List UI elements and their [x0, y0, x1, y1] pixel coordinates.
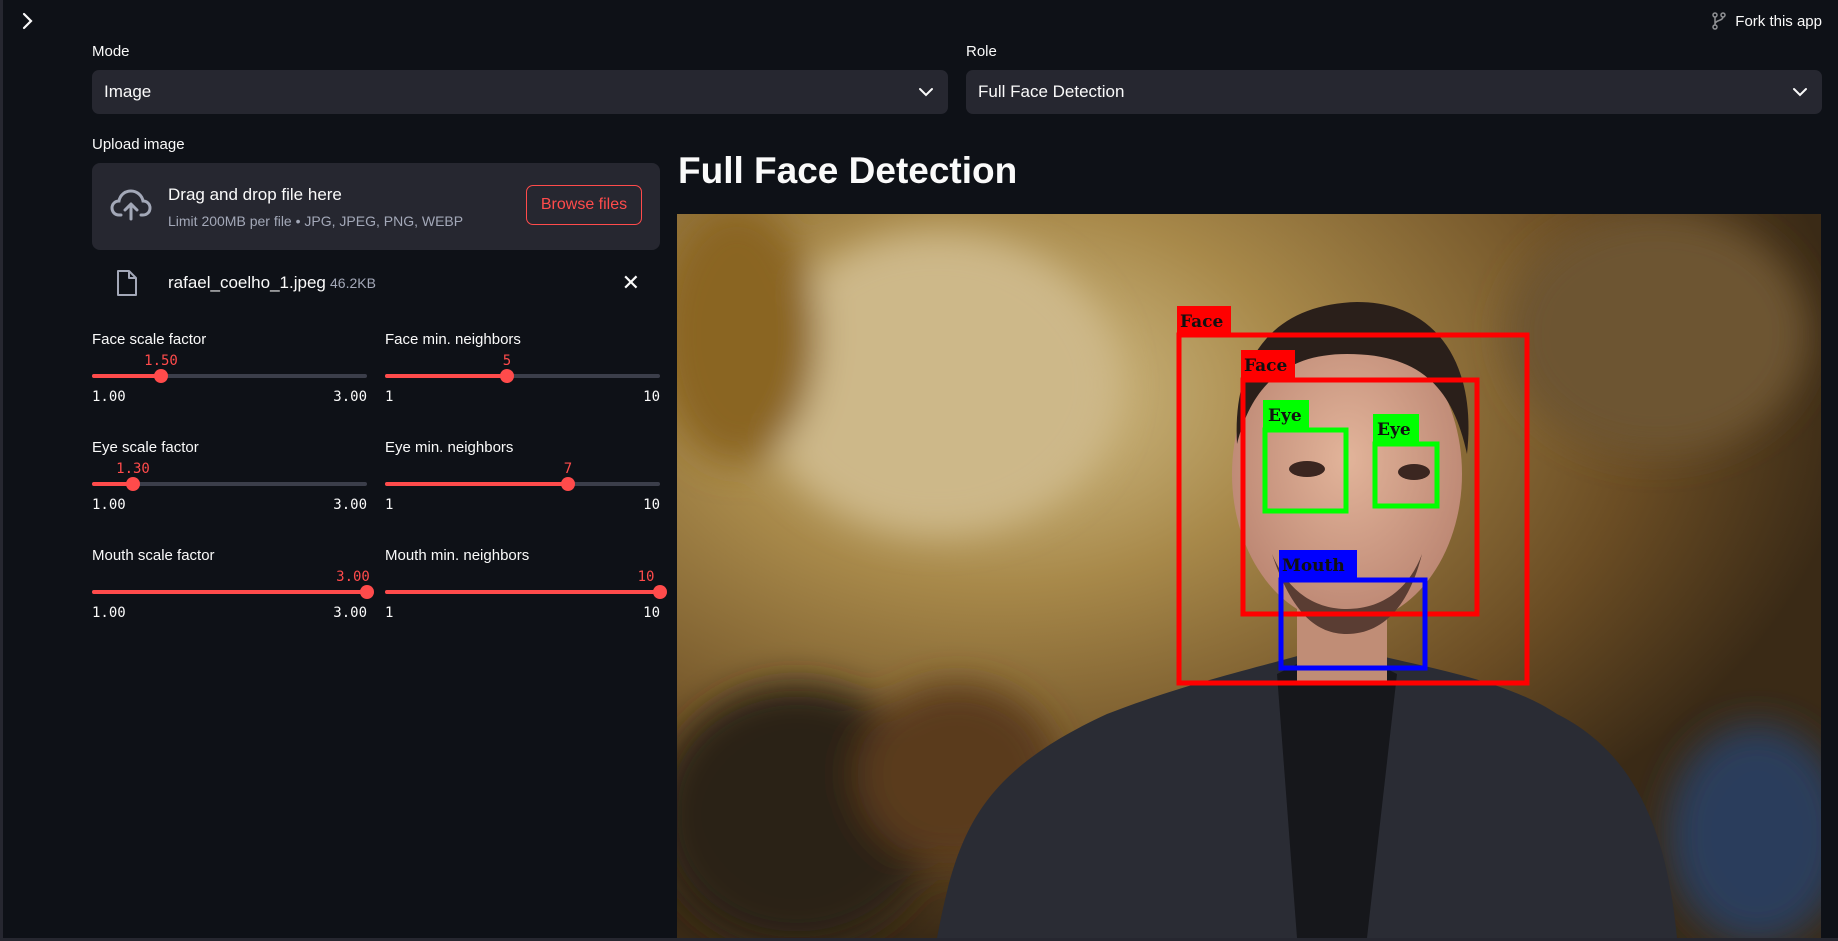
fork-app-link[interactable]: Fork this app — [1711, 10, 1822, 32]
slider-mouth-scale[interactable]: Mouth scale factor 3.00 1.00 3.00 — [92, 547, 374, 623]
detection-label: Mouth — [1282, 556, 1345, 576]
file-name: rafael_coelho_1.jpeg — [168, 273, 326, 292]
slider-label: Face min. neighbors — [385, 331, 521, 348]
slider-mouth-neighbors[interactable]: Mouth min. neighbors 10 1 10 — [385, 547, 667, 623]
file-icon — [117, 270, 137, 296]
detection-label: Eye — [1377, 420, 1411, 440]
detection-label: Face — [1244, 356, 1288, 376]
slider-eye-neighbors[interactable]: Eye min. neighbors 7 1 10 — [385, 439, 660, 515]
slider-max: 3.00 — [333, 497, 367, 513]
slider-face-neighbors[interactable]: Face min. neighbors 5 1 10 — [385, 331, 660, 407]
slider-thumb[interactable] — [653, 585, 667, 599]
slider-face-scale[interactable]: Face scale factor 1.50 1.00 3.00 — [92, 331, 367, 407]
slider-label: Eye min. neighbors — [385, 439, 514, 456]
cloud-upload-icon — [110, 189, 152, 221]
slider-value: 3.00 — [336, 569, 370, 585]
dropzone-limits: Limit 200MB per file • JPG, JPEG, PNG, W… — [168, 213, 464, 229]
role-label: Role — [966, 43, 997, 60]
upload-label: Upload image — [92, 136, 185, 153]
slider-eye-scale[interactable]: Eye scale factor 1.30 1.00 3.00 — [92, 439, 367, 515]
role-value: Full Face Detection — [978, 82, 1125, 101]
slider-fill — [92, 590, 367, 594]
slider-min: 1.00 — [92, 605, 126, 621]
dropzone-title: Drag and drop file here — [168, 185, 342, 204]
fork-icon — [1712, 12, 1727, 30]
slider-thumb[interactable] — [561, 477, 575, 491]
slider-label: Mouth min. neighbors — [385, 547, 530, 564]
left-eye — [1289, 461, 1325, 477]
right-eye — [1398, 464, 1430, 480]
fork-label: Fork this app — [1735, 12, 1822, 30]
slider-fill — [385, 482, 568, 486]
slider-fill — [385, 590, 660, 594]
slider-value: 5 — [502, 353, 512, 369]
slider-min: 1.00 — [92, 497, 126, 513]
mode-select[interactable]: Image — [92, 70, 948, 114]
file-dropzone[interactable]: Drag and drop file here Limit 200MB per … — [92, 163, 660, 250]
mode-value: Image — [104, 82, 152, 101]
file-size: 46.2KB — [330, 275, 376, 291]
slider-fill — [92, 374, 161, 378]
slider-max: 3.00 — [333, 605, 367, 621]
slider-value: 1.30 — [116, 461, 150, 477]
annotated-photo: Face Face Eye Eye Mouth — [677, 214, 1821, 938]
close-icon[interactable]: ✕ — [622, 271, 640, 295]
slider-label: Eye scale factor — [92, 439, 199, 456]
role-select[interactable]: Full Face Detection — [966, 70, 1822, 114]
slider-value: 1.50 — [144, 353, 178, 369]
slider-max: 10 — [643, 605, 660, 621]
slider-min: 1 — [385, 605, 394, 621]
mode-label: Mode — [92, 43, 130, 60]
window-left-border — [0, 0, 3, 941]
chevron-down-icon — [1793, 88, 1807, 97]
slider-min: 1 — [385, 497, 394, 513]
chevron-down-icon — [919, 88, 933, 97]
slider-label: Mouth scale factor — [92, 547, 215, 564]
slider-min: 1.00 — [92, 389, 126, 405]
slider-max: 10 — [643, 497, 660, 513]
uploaded-file: rafael_coelho_1.jpeg 46.2KB ✕ — [92, 265, 660, 303]
slider-thumb[interactable] — [126, 477, 140, 491]
browse-files-button[interactable]: Browse files — [526, 185, 642, 225]
slider-thumb[interactable] — [360, 585, 374, 599]
chevron-right-icon[interactable] — [18, 10, 38, 32]
slider-thumb[interactable] — [154, 369, 168, 383]
detection-label: Eye — [1268, 406, 1302, 426]
slider-min: 1 — [385, 389, 394, 405]
slider-value: 7 — [563, 461, 573, 477]
slider-fill — [385, 374, 507, 378]
detection-label: Face — [1180, 312, 1224, 332]
detection-result-image: Face Face Eye Eye Mouth — [677, 214, 1821, 938]
slider-max: 10 — [643, 389, 660, 405]
slider-label: Face scale factor — [92, 331, 207, 348]
slider-thumb[interactable] — [500, 369, 514, 383]
slider-value: 10 — [637, 569, 655, 585]
slider-max: 3.00 — [333, 389, 367, 405]
page-title: Full Face Detection — [678, 150, 1018, 191]
